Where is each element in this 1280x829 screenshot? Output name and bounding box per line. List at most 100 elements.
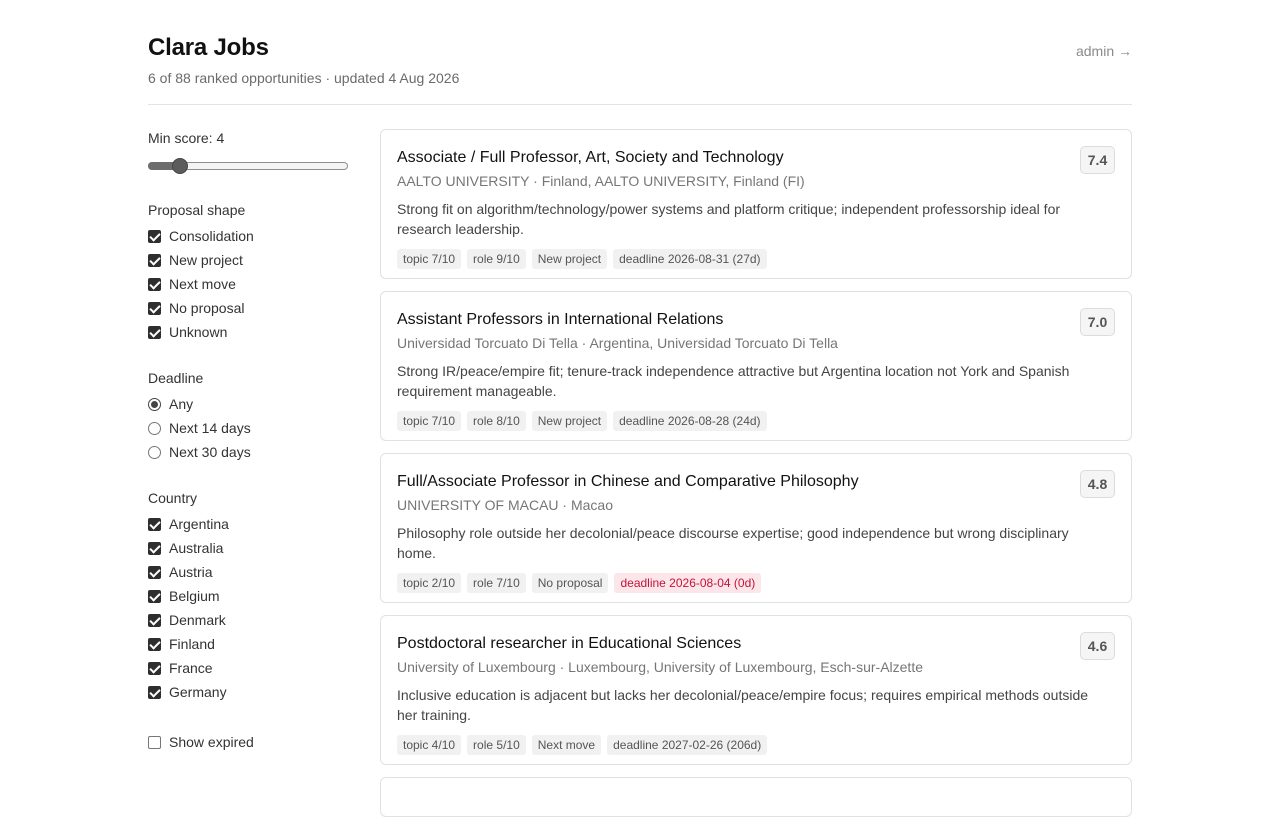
- slider-thumb[interactable]: [172, 158, 188, 174]
- country-filter: Country Argentina Australia Austria Belgium…: [148, 490, 348, 704]
- deadline-radio[interactable]: [148, 421, 161, 435]
- deadline-title: Deadline: [148, 370, 204, 386]
- score-badge: 4.8: [1080, 470, 1115, 498]
- country-option[interactable]: Germany: [148, 680, 348, 704]
- country-checkbox[interactable]: [148, 541, 161, 555]
- country-option[interactable]: Denmark: [148, 608, 348, 632]
- proposal-shape-option[interactable]: New project: [148, 248, 348, 272]
- proposal-shape-option[interactable]: No proposal: [148, 296, 348, 320]
- job-description: Strong fit on algorithm/technology/power…: [397, 201, 1061, 237]
- job-card-partial[interactable]: [380, 777, 1132, 817]
- header: Clara Jobs 6 of 88 ranked opportunities …: [148, 0, 1132, 105]
- proposal-shape-option-label: Unknown: [169, 324, 228, 340]
- score-badge: 4.6: [1080, 632, 1115, 660]
- deadline-radio[interactable]: [148, 445, 161, 459]
- job-tag: role 7/10: [467, 573, 526, 593]
- country-checkbox[interactable]: [148, 637, 161, 651]
- country-option-label: France: [169, 660, 213, 676]
- job-card[interactable]: Associate / Full Professor, Art, Society…: [380, 129, 1132, 279]
- min-score-label: Min score: 4: [148, 130, 225, 146]
- proposal-shape-checkbox[interactable]: [148, 229, 161, 243]
- job-title[interactable]: Assistant Professors in International Re…: [397, 308, 1115, 331]
- job-tags: topic 7/10 role 9/10 New project deadline 2…: [397, 249, 1115, 278]
- proposal-shape-option-label: Next move: [169, 276, 236, 292]
- deadline-radio[interactable]: [148, 397, 161, 411]
- job-organization: UNIVERSITY OF MACAU · Macao: [397, 497, 614, 513]
- job-tags: topic 7/10 role 8/10 New project deadline 2…: [397, 411, 1115, 440]
- job-description: Philosophy role outside her decolonial/p…: [397, 525, 1069, 561]
- job-organization: Universidad Torcuato Di Tella · Argentin…: [397, 335, 838, 351]
- job-tag: topic 4/10: [397, 735, 462, 755]
- country-checkbox[interactable]: [148, 613, 161, 627]
- job-card[interactable]: Postdoctoral researcher in Educational S…: [380, 615, 1132, 765]
- deadline-tag: deadline 2027-02-26 (206d): [607, 735, 768, 755]
- filter-sidebar: Min score: 4 Proposal shape Consolidatio…: [148, 130, 348, 754]
- job-description: Inclusive education is adjacent but lack…: [397, 687, 1089, 723]
- proposal-shape-checkbox[interactable]: [148, 253, 161, 267]
- show-expired-checkbox[interactable]: [148, 735, 161, 749]
- proposal-shape-option[interactable]: Unknown: [148, 320, 348, 344]
- country-option[interactable]: Belgium: [148, 584, 348, 608]
- proposal-shape-option-label: Consolidation: [169, 228, 254, 244]
- job-tag: topic 2/10: [397, 573, 462, 593]
- page: Clara Jobs 6 of 88 ranked opportunities …: [148, 0, 1132, 817]
- show-expired-filter: Show expired: [148, 730, 348, 754]
- proposal-shape-filter: Proposal shape Consolidation New project N…: [148, 202, 348, 344]
- country-checkbox[interactable]: [148, 685, 161, 699]
- job-tag: role 8/10: [467, 411, 526, 431]
- job-card[interactable]: Full/Associate Professor in Chinese and …: [380, 453, 1132, 603]
- country-checkbox[interactable]: [148, 589, 161, 603]
- proposal-shape-checkbox[interactable]: [148, 325, 161, 339]
- deadline-option[interactable]: Any: [148, 392, 348, 416]
- country-checkbox[interactable]: [148, 517, 161, 531]
- country-option-label: Denmark: [169, 612, 226, 628]
- job-organization: AALTO UNIVERSITY · Finland, AALTO UNIVER…: [397, 173, 805, 189]
- country-checkbox[interactable]: [148, 565, 161, 579]
- deadline-option[interactable]: Next 30 days: [148, 440, 348, 464]
- min-score-slider[interactable]: [148, 156, 348, 176]
- page-subtitle: 6 of 88 ranked opportunities · updated 4…: [148, 70, 460, 86]
- country-option-label: Argentina: [169, 516, 229, 532]
- deadline-option-label: Next 14 days: [169, 420, 251, 436]
- job-title[interactable]: Full/Associate Professor in Chinese and …: [397, 470, 1115, 493]
- job-description: Strong IR/peace/empire fit; tenure-track…: [397, 363, 1070, 399]
- job-tag: topic 7/10: [397, 249, 462, 269]
- show-expired-option[interactable]: Show expired: [148, 730, 348, 754]
- proposal-shape-title: Proposal shape: [148, 202, 246, 218]
- deadline-option-label: Any: [169, 396, 194, 412]
- proposal-shape-option-label: New project: [169, 252, 243, 268]
- proposal-shape-checkbox[interactable]: [148, 277, 161, 291]
- deadline-option-label: Next 30 days: [169, 444, 251, 460]
- job-title[interactable]: Associate / Full Professor, Art, Society…: [397, 146, 1115, 169]
- job-title[interactable]: Postdoctoral researcher in Educational S…: [397, 632, 1115, 655]
- page-title: Clara Jobs: [148, 34, 269, 61]
- country-option[interactable]: Australia: [148, 536, 348, 560]
- job-organization: University of Luxembourg · Luxembourg, U…: [397, 659, 923, 675]
- deadline-filter: Deadline Any Next 14 days Next 30 days: [148, 370, 348, 464]
- job-tag: No proposal: [531, 573, 609, 593]
- job-tag: topic 7/10: [397, 411, 462, 431]
- country-option[interactable]: Austria: [148, 560, 348, 584]
- country-checkbox[interactable]: [148, 661, 161, 675]
- job-tag: New project: [531, 249, 608, 269]
- country-option[interactable]: Finland: [148, 632, 348, 656]
- admin-link[interactable]: admin →: [1076, 43, 1132, 59]
- country-option-label: Australia: [169, 540, 224, 556]
- score-badge: 7.4: [1080, 146, 1115, 174]
- country-title: Country: [148, 490, 198, 506]
- country-option[interactable]: Argentina: [148, 512, 348, 536]
- job-tag: role 5/10: [467, 735, 526, 755]
- deadline-tag: deadline 2026-08-28 (24d): [613, 411, 767, 431]
- proposal-shape-option[interactable]: Consolidation: [148, 224, 348, 248]
- deadline-option[interactable]: Next 14 days: [148, 416, 348, 440]
- proposal-shape-option[interactable]: Next move: [148, 272, 348, 296]
- job-card[interactable]: Assistant Professors in International Re…: [380, 291, 1132, 441]
- job-title[interactable]: [397, 794, 1115, 795]
- score-badge: 7.0: [1080, 308, 1115, 336]
- proposal-shape-checkbox[interactable]: [148, 301, 161, 315]
- country-option[interactable]: France: [148, 656, 348, 680]
- job-tag: New project: [531, 411, 608, 431]
- job-tag: role 9/10: [467, 249, 526, 269]
- deadline-tag: deadline 2026-08-31 (27d): [613, 249, 767, 269]
- job-tag: Next move: [531, 735, 602, 755]
